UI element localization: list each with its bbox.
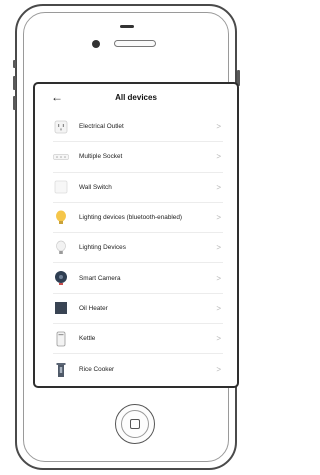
nav-bar: ← All devices	[35, 84, 237, 112]
device-label: Rice Cooker	[79, 366, 115, 374]
device-label: Smart Camera	[79, 274, 121, 282]
chevron-right-icon: >	[216, 365, 221, 375]
home-square-icon	[130, 419, 140, 429]
page-title: All devices	[115, 93, 157, 102]
chevron-right-icon: >	[216, 213, 221, 223]
white-bulb-icon	[53, 240, 69, 256]
chevron-right-icon: >	[216, 122, 221, 132]
yellow-bulb-icon	[53, 210, 69, 226]
chevron-right-icon: >	[216, 334, 221, 344]
side-button-volume-up	[13, 76, 16, 90]
wall-switch-icon	[53, 179, 69, 195]
heater-icon	[53, 300, 69, 316]
camera-icon	[53, 270, 69, 286]
device-row-smart-camera[interactable]: Smart Camera >	[53, 263, 223, 294]
device-label: Lighting devices (bluetooth-enabled)	[79, 214, 183, 222]
app-screen: ← All devices Electrical Outlet > Multip…	[33, 82, 239, 388]
speaker-grille	[114, 40, 156, 47]
device-row-wall-switch[interactable]: Wall Switch >	[53, 173, 223, 203]
chevron-right-icon: >	[216, 273, 221, 283]
chevron-right-icon: >	[216, 152, 221, 162]
device-row-electrical-outlet[interactable]: Electrical Outlet >	[53, 112, 223, 143]
device-label: Multiple Socket	[79, 153, 123, 161]
kettle-icon	[53, 331, 69, 347]
device-row-lighting-devices[interactable]: Lighting Devices >	[53, 233, 223, 264]
chevron-right-icon: >	[216, 182, 221, 192]
device-row-oil-heater[interactable]: Oil Heater >	[53, 294, 223, 325]
side-button-volume-down	[13, 96, 16, 110]
chevron-right-icon: >	[216, 303, 221, 313]
phone-mockup: ← All devices Electrical Outlet > Multip…	[0, 0, 244, 475]
device-label: Lighting Devices	[79, 244, 126, 252]
device-row-multiple-socket[interactable]: Multiple Socket >	[53, 142, 223, 173]
rice-cooker-icon	[53, 362, 69, 378]
power-strip-icon	[53, 149, 69, 165]
chevron-right-icon: >	[216, 243, 221, 253]
device-label: Wall Switch	[79, 183, 112, 191]
device-list: Electrical Outlet > Multiple Socket > Wa…	[35, 112, 237, 385]
device-row-rice-cooker[interactable]: Rice Cooker >	[53, 354, 223, 384]
outlet-icon	[53, 119, 69, 135]
side-button-mute	[13, 60, 16, 68]
device-row-lighting-bluetooth[interactable]: Lighting devices (bluetooth-enabled) >	[53, 203, 223, 234]
device-label: Electrical Outlet	[79, 123, 124, 131]
earpiece-top	[120, 25, 134, 28]
home-button-ring	[121, 410, 149, 438]
front-camera-icon	[92, 40, 100, 48]
device-row-kettle[interactable]: Kettle >	[53, 324, 223, 355]
home-button[interactable]	[115, 404, 155, 444]
device-label: Oil Heater	[79, 304, 108, 312]
device-label: Kettle	[79, 335, 96, 343]
